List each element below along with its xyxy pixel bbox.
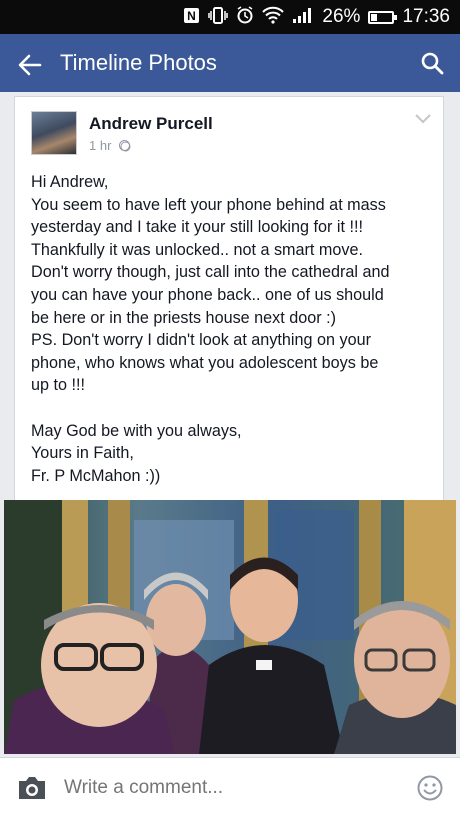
post-line: phone, who knows what you adolescent boy… (31, 353, 379, 372)
comment-bar (0, 757, 460, 817)
alarm-icon (236, 6, 254, 28)
post-line: up to !!! (31, 376, 85, 395)
search-button[interactable] (404, 51, 460, 75)
battery-icon (368, 10, 398, 24)
wifi-icon (262, 6, 285, 28)
back-button[interactable] (0, 34, 60, 92)
post-line: you can have your phone back.. one of us… (31, 285, 384, 304)
post-line: be here or in the priests house next doo… (31, 308, 337, 327)
smiley-icon (417, 775, 443, 800)
post-line: May God be with you always, (31, 421, 242, 440)
globe-icon (119, 140, 131, 152)
post-line: Don't worry though, just call into the c… (31, 263, 390, 282)
page-title: Timeline Photos (60, 50, 217, 75)
avatar[interactable] (31, 111, 77, 155)
battery-percent: 26% (322, 6, 361, 27)
status-bar: N 26% 17:36 (0, 0, 460, 34)
signal-icon (292, 7, 314, 27)
arrow-left-icon (18, 54, 42, 75)
post-line: PS. Don't worry I didn't look at anythin… (31, 331, 372, 350)
camera-icon (19, 776, 45, 799)
post-meta: 1 hr (89, 138, 131, 153)
post-line: Fr. P McMahon :)) (31, 466, 161, 485)
post-options-chevron-icon[interactable] (415, 111, 431, 129)
svg-text:N: N (188, 9, 197, 23)
search-icon (421, 52, 444, 75)
post-body: Hi Andrew, You seem to have left your ph… (31, 171, 436, 487)
nfc-icon: N (183, 7, 200, 28)
camera-button[interactable] (0, 775, 64, 801)
app-bar: Timeline Photos (0, 34, 460, 92)
post-line: yesterday and I take it your still looki… (31, 218, 363, 237)
post-line-spacer (31, 397, 436, 420)
post-card: Andrew Purcell 1 hr Hi Andrew, You seem … (14, 96, 444, 506)
post-photo[interactable] (4, 500, 456, 754)
post-author[interactable]: Andrew Purcell (89, 114, 213, 134)
comment-input[interactable] (64, 776, 400, 799)
post-line: Thankfully it was unlocked.. not a smart… (31, 240, 363, 259)
post-line: Yours in Faith, (31, 444, 134, 463)
vibrate-icon (208, 6, 229, 28)
post-time[interactable]: 1 hr (89, 138, 111, 153)
clock: 17:36 (402, 6, 450, 27)
emoji-button[interactable] (400, 775, 460, 801)
post-line: You seem to have left your phone behind … (31, 195, 386, 214)
post-line: Hi Andrew, (31, 173, 109, 191)
